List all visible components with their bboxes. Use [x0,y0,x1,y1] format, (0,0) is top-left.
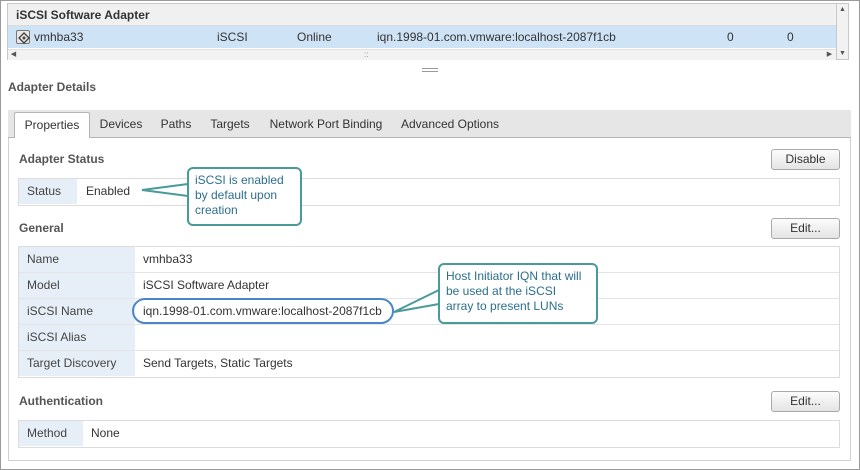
iqn-callout-line-2: be used at the iSCSI [446,284,557,298]
iqn-callout: Host Initiator IQN that will be used at … [438,263,598,324]
iqn-callout-line-3: array to present LUNs [446,299,564,313]
status-callout-line-3: creation [195,203,238,217]
status-callout: iSCSI is enabled by default upon creatio… [187,167,302,226]
status-callout-line-2: by default upon [195,188,278,202]
status-callout-line-1: iSCSI is enabled [195,173,284,187]
callout-tails [141,183,440,313]
iqn-callout-line-1: Host Initiator IQN that will [446,269,582,283]
